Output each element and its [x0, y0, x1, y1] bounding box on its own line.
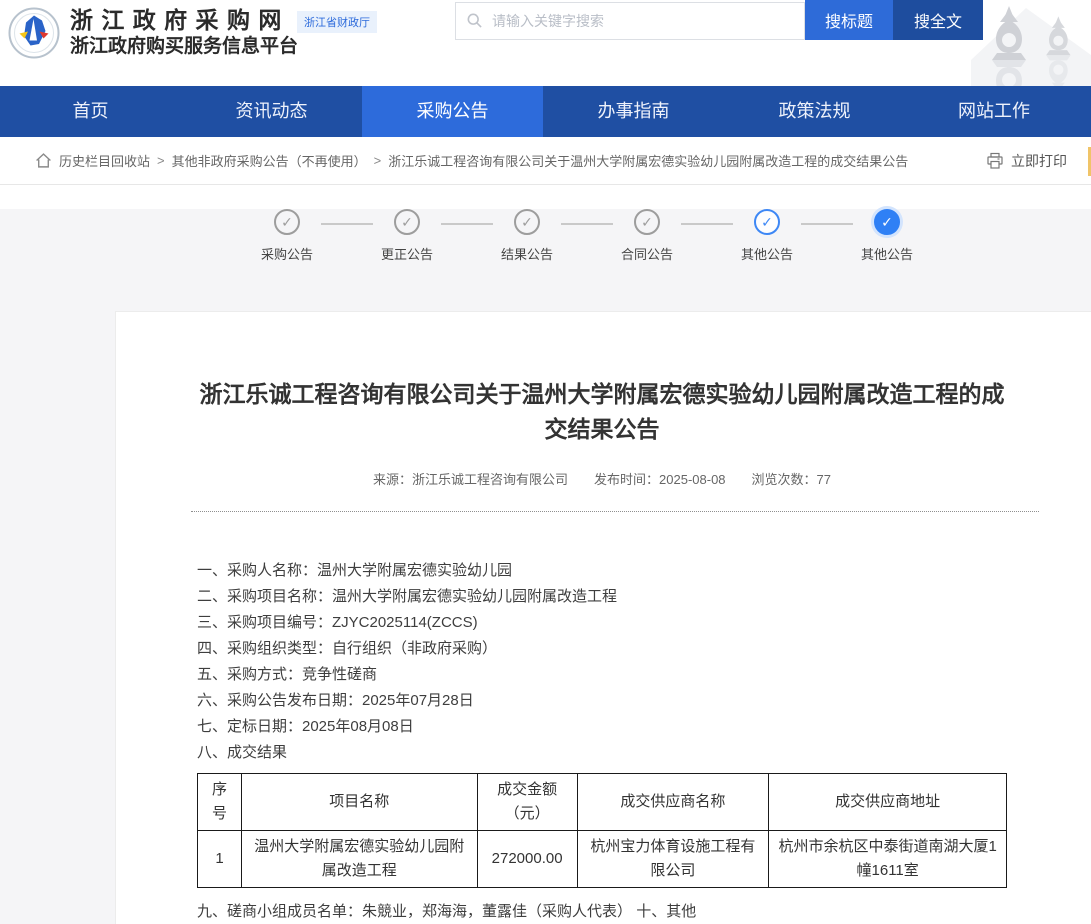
- site-logo[interactable]: 浙 江 政 府 采 购 网 浙江政府购买服务信息平台: [8, 6, 298, 60]
- announcement-card: 浙江乐诚工程咨询有限公司关于温州大学附属宏德实验幼儿园附属改造工程的成交结果公告…: [115, 311, 1091, 924]
- cell-amount: 272000.00: [477, 831, 577, 888]
- cell-index: 1: [198, 831, 242, 888]
- item-procurement-method: 五、采购方式：竞争性磋商: [197, 662, 1091, 688]
- step-connector: [801, 223, 853, 225]
- col-header-address: 成交供应商地址: [769, 774, 1007, 831]
- item-panel-members: 九、磋商小组成员名单：朱競业，郑海海，董露佳（采购人代表）: [197, 903, 632, 920]
- site-subtitle: 浙江政府购买服务信息平台: [70, 34, 298, 60]
- step-check-icon: ✓: [634, 209, 660, 235]
- table-header-row: 序号 项目名称 成交金额（元） 成交供应商名称 成交供应商地址: [198, 774, 1007, 831]
- item-project-name: 二、采购项目名称：温州大学附属宏德实验幼儿园附属改造工程: [197, 584, 1091, 610]
- search-bar: 搜标题 搜全文: [455, 0, 983, 40]
- search-input[interactable]: [455, 2, 805, 40]
- item-purchaser: 一、采购人名称：温州大学附属宏德实验幼儿园: [197, 558, 1091, 584]
- finance-dept-badge: 浙江省财政厅: [297, 11, 377, 33]
- print-label: 立即打印: [1011, 151, 1067, 171]
- page-title: 浙江乐诚工程咨询有限公司关于温州大学附属宏德实验幼儿园附属改造工程的成交结果公告: [197, 377, 1007, 447]
- dotted-divider: [191, 511, 1039, 512]
- step-check-icon: ✓: [754, 209, 780, 235]
- notice-step-indicator: ✓ 采购公告 ✓ 更正公告 ✓ 结果公告 ✓ 合同公告 ✓ 其他公告 ✓ 其他公…: [253, 209, 1091, 263]
- announcement-items: 一、采购人名称：温州大学附属宏德实验幼儿园 二、采购项目名称：温州大学附属宏德实…: [197, 558, 1091, 766]
- item-other-heading: 十、其他: [636, 903, 696, 920]
- item-organization-type: 四、采购组织类型：自行组织（非政府采购）: [197, 636, 1091, 662]
- breadcrumb-item-category[interactable]: 其他非政府采购公告（不再使用）: [172, 151, 367, 170]
- step-connector: [561, 223, 613, 225]
- nav-item-policies[interactable]: 政策法规: [724, 86, 905, 137]
- step-contract-notice[interactable]: ✓ 合同公告: [613, 209, 681, 263]
- print-button[interactable]: 立即打印: [986, 151, 1067, 171]
- col-header-supplier: 成交供应商名称: [577, 774, 769, 831]
- item-award-date: 七、定标日期：2025年08月08日: [197, 714, 1091, 740]
- cell-address: 杭州市余杭区中泰街道南湖大厦1幢1611室: [769, 831, 1007, 888]
- cell-project: 温州大学附属宏德实验幼儿园附属改造工程: [241, 831, 477, 888]
- meta-publish-time: 发布时间：2025-08-08: [594, 472, 726, 487]
- col-header-index: 序号: [198, 774, 242, 831]
- item-result-heading: 八、成交结果: [197, 740, 1091, 766]
- nav-item-home[interactable]: 首页: [0, 86, 181, 137]
- article-meta: 来源：浙江乐诚工程咨询有限公司 发布时间：2025-08-08 浏览次数：77: [197, 469, 1007, 488]
- nav-item-news[interactable]: 资讯动态: [181, 86, 362, 137]
- main-nav: 首页 资讯动态 采购公告 办事指南 政策法规 网站工作: [0, 86, 1091, 137]
- step-procurement-notice[interactable]: ✓ 采购公告: [253, 209, 321, 263]
- step-other-notice-current[interactable]: ✓ 其他公告: [853, 209, 921, 263]
- emblem-icon: [8, 7, 60, 59]
- nav-item-site-work[interactable]: 网站工作: [905, 86, 1091, 137]
- printer-icon: [986, 152, 1004, 170]
- breadcrumb-separator: >: [157, 153, 165, 168]
- cell-supplier: 杭州宝力体育设施工程有限公司: [577, 831, 769, 888]
- site-title: 浙 江 政 府 采 购 网: [70, 6, 298, 34]
- step-check-icon: ✓: [274, 209, 300, 235]
- search-icon: [466, 12, 483, 29]
- breadcrumb-separator: >: [374, 153, 382, 168]
- step-connector: [441, 223, 493, 225]
- search-fulltext-button[interactable]: 搜全文: [893, 0, 983, 40]
- breadcrumb: 历史栏目回收站 > 其他非政府采购公告（不再使用） > 浙江乐诚工程咨询有限公司…: [0, 137, 1091, 185]
- step-other-notice[interactable]: ✓ 其他公告: [733, 209, 801, 263]
- site-header: 浙 江 政 府 采 购 网 浙江政府购买服务信息平台 浙江省财政厅 搜标题 搜全…: [0, 0, 1091, 86]
- home-icon: [35, 152, 52, 169]
- step-result-notice[interactable]: ✓ 结果公告: [493, 209, 561, 263]
- meta-view-count: 浏览次数：77: [752, 472, 831, 487]
- nav-item-procurement-notices[interactable]: 采购公告: [362, 86, 543, 137]
- breadcrumb-item-current: 浙江乐诚工程咨询有限公司关于温州大学附属宏德实验幼儿园附属改造工程的成交结果公告: [388, 151, 908, 170]
- step-connector: [321, 223, 373, 225]
- item-notice-date: 六、采购公告发布日期：2025年07月28日: [197, 688, 1091, 714]
- search-title-button[interactable]: 搜标题: [805, 0, 893, 40]
- announcement-items-after: 九、磋商小组成员名单：朱競业，郑海海，董露佳（采购人代表） 十、其他: [197, 899, 1091, 924]
- step-check-icon: ✓: [394, 209, 420, 235]
- meta-source: 来源：浙江乐诚工程咨询有限公司: [373, 472, 568, 487]
- step-connector: [681, 223, 733, 225]
- col-header-project: 项目名称: [241, 774, 477, 831]
- step-check-icon: ✓: [514, 209, 540, 235]
- item-project-number: 三、采购项目编号：ZJYC2025114(ZCCS): [197, 610, 1091, 636]
- step-check-icon: ✓: [874, 209, 900, 235]
- step-correction-notice[interactable]: ✓ 更正公告: [373, 209, 441, 263]
- breadcrumb-item-recycle[interactable]: 历史栏目回收站: [59, 151, 150, 170]
- table-row: 1 温州大学附属宏德实验幼儿园附属改造工程 272000.00 杭州宝力体育设施…: [198, 831, 1007, 888]
- award-result-table: 序号 项目名称 成交金额（元） 成交供应商名称 成交供应商地址 1 温州大学附属…: [197, 773, 1007, 888]
- pagoda-decoration: [971, 0, 1091, 86]
- main-area: ✓ 采购公告 ✓ 更正公告 ✓ 结果公告 ✓ 合同公告 ✓ 其他公告 ✓ 其他公…: [0, 209, 1091, 924]
- col-header-amount: 成交金额（元）: [477, 774, 577, 831]
- site-name-block: 浙 江 政 府 采 购 网 浙江政府购买服务信息平台: [70, 6, 298, 60]
- nav-item-service-guide[interactable]: 办事指南: [543, 86, 724, 137]
